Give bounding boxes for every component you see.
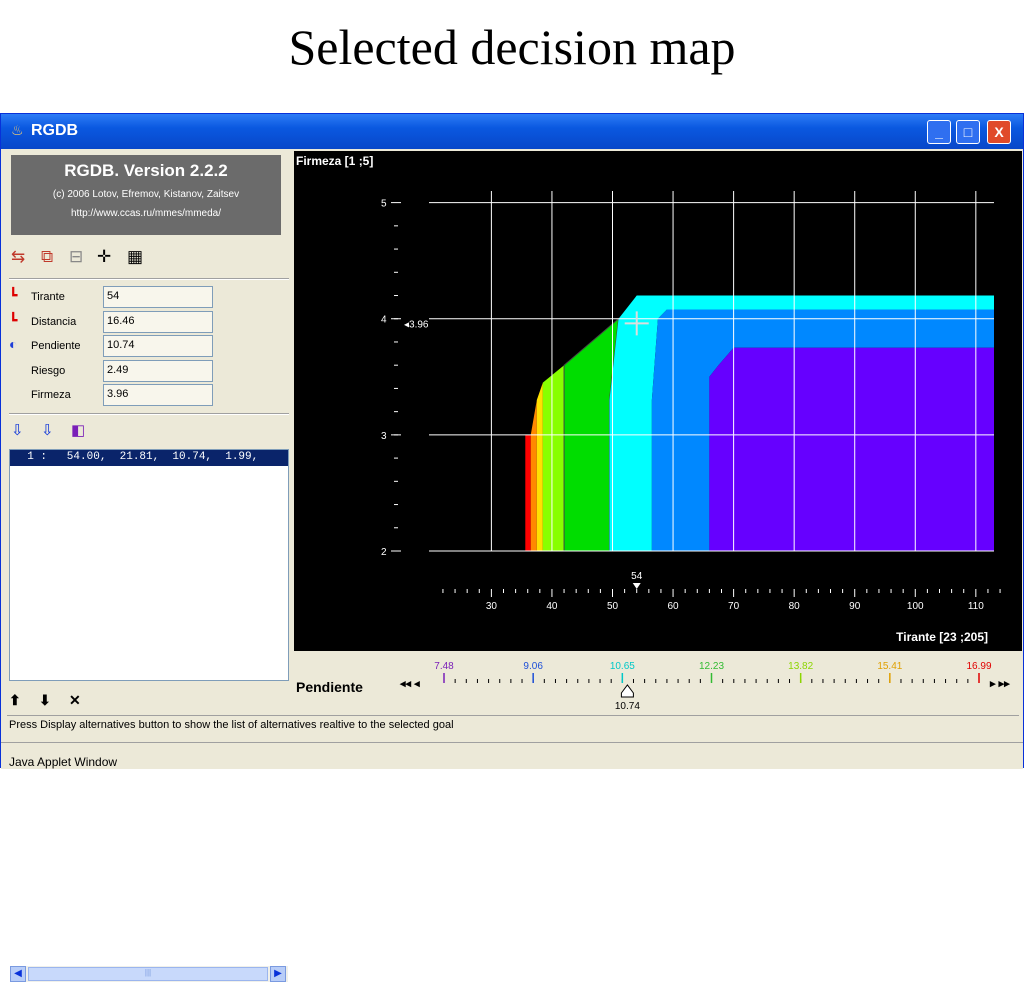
move-down-icon[interactable]: ⬇ (39, 692, 51, 709)
scale-value-label: 16.99 (966, 661, 991, 672)
field-row-tirante: ┗ Tirante 54 (9, 285, 289, 309)
field-label: Pendiente (31, 340, 81, 352)
field-row-pendiente: ◐ Pendiente 10.74 (9, 334, 289, 358)
left-panel: RGDB. Version 2.2.2 (c) 2006 Lotov, Efre… (9, 151, 289, 982)
x-tick-label: 40 (546, 601, 558, 612)
selected-x-label: 54 (631, 571, 643, 582)
field-label: Riesgo (31, 365, 66, 377)
x-tick-label: 80 (789, 601, 801, 612)
field-value-input[interactable]: 10.74 (103, 335, 213, 357)
y-tick-label: 3 (381, 431, 387, 442)
grid-icon[interactable]: ▦ (127, 247, 143, 267)
x-axis-label: Tirante [23 ;205] (896, 630, 988, 644)
scale-value-label: 15.41 (877, 661, 902, 672)
move-up-icon[interactable]: ⬆ (9, 692, 21, 709)
criterion-icon (9, 385, 27, 403)
selected-y-label: ◂3.96 (404, 319, 429, 330)
map-zone-3 (542, 365, 565, 551)
y-tick-label: 4 (381, 315, 387, 326)
scroll-right-icon[interactable]: ▶ (270, 966, 286, 982)
slide-title: Selected decision map (288, 19, 736, 75)
list-item[interactable]: 1 : 54.00, 21.81, 10.74, 1.99, (10, 450, 288, 466)
top-toolbar: ⇆ ⧉ ⊟ ✛ ▦ (11, 247, 281, 269)
pendiente-slider-thumb[interactable] (620, 684, 634, 698)
x-tick-label: 100 (907, 601, 924, 612)
field-row-riesgo: Riesgo 2.49 (9, 359, 289, 383)
scale-value-label: 9.06 (523, 661, 543, 672)
scale-value-label: 13.82 (788, 661, 813, 672)
decision-map-svg[interactable]: 2 3 4 5 30 40 50 60 70 80 90 100 110 Firmeza [1 ;5] Ti… (294, 151, 1022, 651)
scroll-left-icon[interactable]: ◂◂ ◂ (399, 678, 420, 690)
horizontal-scrollbar[interactable]: ◀ ||| ▶ (10, 966, 288, 982)
window-title: RGDB (31, 122, 79, 139)
x-tick-label: 70 (728, 601, 740, 612)
save-alternatives-icon[interactable]: ⇩ (41, 421, 54, 439)
criterion-icon: ┗ (9, 287, 18, 303)
java-cup-icon: ♨ (11, 122, 24, 138)
y-tick-label: 5 (381, 199, 387, 210)
scale-value-label: 10.65 (610, 661, 635, 672)
rgdb-window: ♨ RGDB _ □ X RGDB. Version 2.2.2 (c) 200… (0, 113, 1024, 982)
remove-slice-icon[interactable]: ⊟ (69, 247, 83, 267)
y-axis-label: Firmeza [1 ;5] (296, 154, 373, 168)
authors-text: (c) 2006 Lotov, Efremov, Kistanov, Zaits… (52, 189, 240, 200)
applet-window-label: Java Applet Window (1, 742, 1023, 769)
separator (9, 278, 289, 280)
field-value-input[interactable]: 3.96 (103, 384, 213, 406)
list-controls: ⬆ ⬇ ✕ (9, 692, 81, 710)
map-zone-2 (536, 382, 543, 551)
selected-x-marker (632, 583, 641, 589)
scale-value-label: 12.23 (699, 661, 724, 672)
pendiente-selected-value: 10.74 (615, 701, 640, 711)
maximize-button[interactable]: □ (956, 120, 980, 144)
select-alternative-icon[interactable]: ◧ (71, 421, 85, 439)
url-text: http://www.ccas.ru/mmes/mmeda/ (70, 208, 222, 219)
title-bar[interactable]: ♨ RGDB _ □ X (1, 114, 1023, 149)
crosshair-icon[interactable]: ✛ (97, 247, 111, 267)
map-zone-0 (525, 434, 531, 551)
x-tick-label: 90 (849, 601, 861, 612)
map-zone-1 (530, 400, 537, 551)
pendiente-scale[interactable]: 7.48 9.06 10.65 12.23 13.82 15.41 16.99 ◂◂ ◂ ▸ ▸… (294, 651, 1022, 711)
field-value-input[interactable]: 2.49 (103, 360, 213, 382)
scroll-left-icon[interactable]: ◀ (10, 966, 26, 982)
pendiente-panel: Pendiente 7.48 9.06 10.65 12.23 13.82 15.41 16… (294, 651, 1022, 711)
field-label: Firmeza (31, 389, 71, 401)
add-slice-icon[interactable]: ⧉ (41, 247, 53, 267)
close-button[interactable]: X (987, 120, 1011, 144)
x-tick-label: 110 (968, 601, 984, 612)
field-label: Tirante (31, 291, 65, 303)
version-title: RGDB. Version 2.2.2 (64, 161, 228, 180)
display-alternatives-icon[interactable]: ⇩ (11, 421, 24, 439)
field-label: Distancia (31, 316, 77, 328)
separator (9, 413, 289, 415)
decision-map-canvas[interactable]: 2 3 4 5 30 40 50 60 70 80 90 100 110 Firmeza [1 ;5] Ti… (294, 151, 1022, 651)
y-tick-label: 2 (381, 547, 387, 558)
scroll-thumb[interactable]: ||| (28, 967, 268, 981)
delete-icon[interactable]: ✕ (69, 692, 81, 709)
field-row-firmeza: Firmeza 3.96 (9, 383, 289, 407)
alternatives-list[interactable]: 1 : 54.00, 21.81, 10.74, 1.99, ◀ ||| ▶ (9, 449, 289, 982)
x-tick-label: 60 (667, 601, 679, 612)
x-tick-label: 50 (607, 601, 619, 612)
field-value-input[interactable]: 54 (103, 286, 213, 308)
x-tick-label: 30 (486, 601, 498, 612)
criterion-icon (9, 361, 27, 379)
status-bar: Press Display alternatives button to sho… (7, 715, 1019, 735)
info-box: RGDB. Version 2.2.2 (c) 2006 Lotov, Efre… (11, 155, 281, 235)
scale-value-label: 7.48 (434, 661, 454, 672)
scroll-right-icon[interactable]: ▸ ▸▸ (989, 678, 1010, 690)
map-zone-7 (709, 347, 994, 551)
criterion-icon: ┗ (9, 312, 18, 328)
minimize-button[interactable]: _ (927, 120, 951, 144)
field-row-distancia: ┗ Distancia 16.46 (9, 310, 289, 334)
field-value-input[interactable]: 16.46 (103, 311, 213, 333)
swap-axes-icon[interactable]: ⇆ (11, 247, 25, 267)
criterion-icon: ◐ (9, 336, 18, 352)
